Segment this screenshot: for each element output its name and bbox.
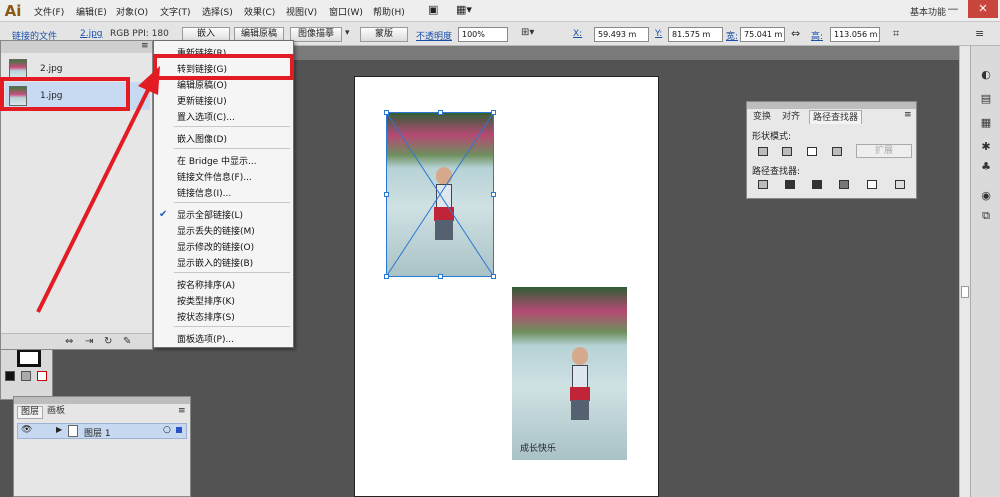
annotation-arrow [36,66,160,313]
